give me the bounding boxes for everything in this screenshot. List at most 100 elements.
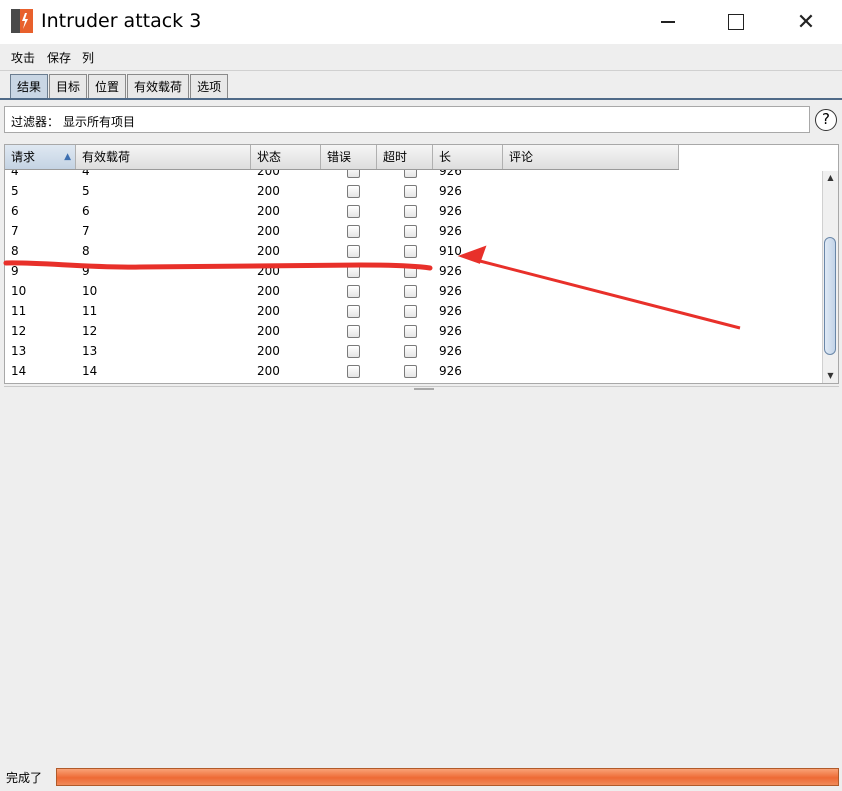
cell-payload: 6 xyxy=(82,204,90,218)
scroll-up-icon[interactable]: ▲ xyxy=(823,171,838,185)
error-checkbox[interactable] xyxy=(347,184,360,198)
cell-timeout xyxy=(377,284,433,298)
column-header-request[interactable]: 请求 ▲ xyxy=(5,145,76,169)
error-checkbox[interactable] xyxy=(347,324,360,338)
help-icon[interactable]: ? xyxy=(815,109,837,131)
split-pane-divider[interactable] xyxy=(4,386,839,392)
table-row[interactable]: 11 11 200 926 xyxy=(5,301,679,321)
cell-status: 200 xyxy=(257,184,280,198)
column-header-timeout[interactable]: 超时 xyxy=(377,145,433,169)
timeout-checkbox[interactable] xyxy=(404,184,417,198)
cell-request: 5 xyxy=(11,184,19,198)
tab-target[interactable]: 目标 xyxy=(49,74,88,98)
tab-positions[interactable]: 位置 xyxy=(88,74,127,98)
menu-bar: 攻击 保存 列 xyxy=(0,44,842,71)
column-header-status[interactable]: 状态 xyxy=(251,145,321,169)
table-row[interactable]: 6 6 200 926 xyxy=(5,201,679,221)
vertical-scrollbar[interactable]: ▲ ▼ xyxy=(822,171,838,383)
maximize-button[interactable] xyxy=(708,0,764,44)
cell-length: 926 xyxy=(439,304,462,318)
table-row[interactable]: 7 7 200 926 xyxy=(5,221,679,241)
tab-results[interactable]: 结果 xyxy=(10,74,49,98)
tab-underline xyxy=(0,98,842,100)
cell-error xyxy=(321,284,377,298)
tab-bar: 结果 目标 位置 有效载荷 选项 xyxy=(10,74,229,99)
filter-bar[interactable]: 过滤器： 显示所有项目 xyxy=(4,106,810,133)
cell-payload: 9 xyxy=(82,264,90,278)
cell-error xyxy=(321,244,377,258)
table-row[interactable]: 13 13 200 926 xyxy=(5,341,679,361)
cell-timeout xyxy=(377,244,433,258)
menu-attack[interactable]: 攻击 xyxy=(11,49,35,66)
maximize-icon xyxy=(728,14,744,30)
cell-timeout xyxy=(377,304,433,318)
cell-payload: 14 xyxy=(82,364,98,378)
title-bar: Intruder attack 3 ✕ xyxy=(0,0,842,44)
cell-error xyxy=(321,184,377,198)
cell-status: 200 xyxy=(257,204,280,218)
timeout-checkbox[interactable] xyxy=(404,284,417,298)
cell-status: 200 xyxy=(257,304,280,318)
table-body: 4 4 200 926 5 5 200 926 6 6 200 926 7 7 200 926 8 8 200 910… xyxy=(5,161,679,381)
timeout-checkbox[interactable] xyxy=(404,224,417,238)
table-row[interactable]: 12 12 200 926 xyxy=(5,321,679,341)
error-checkbox[interactable] xyxy=(347,284,360,298)
column-header-payload[interactable]: 有效载荷 xyxy=(76,145,251,169)
error-checkbox[interactable] xyxy=(347,224,360,238)
cell-error xyxy=(321,204,377,218)
menu-save[interactable]: 保存 xyxy=(47,49,71,66)
timeout-checkbox[interactable] xyxy=(404,304,417,318)
cell-timeout xyxy=(377,324,433,338)
table-row[interactable]: 10 10 200 926 xyxy=(5,281,679,301)
tab-payloads[interactable]: 有效载荷 xyxy=(127,74,190,98)
cell-payload: 13 xyxy=(82,344,98,358)
close-button[interactable]: ✕ xyxy=(778,0,834,44)
table-row[interactable]: 8 8 200 910 xyxy=(5,241,679,261)
column-header-error[interactable]: 错误 xyxy=(321,145,377,169)
table-row[interactable]: 14 14 200 926 xyxy=(5,361,679,381)
progress-fill xyxy=(57,769,838,785)
timeout-checkbox[interactable] xyxy=(404,324,417,338)
column-header-comment[interactable]: 评论 xyxy=(503,145,679,169)
table-row[interactable]: 5 5 200 926 xyxy=(5,181,679,201)
cell-timeout xyxy=(377,364,433,378)
splitter-grip-icon xyxy=(414,388,434,390)
error-checkbox[interactable] xyxy=(347,344,360,358)
cell-length: 910 xyxy=(439,244,462,258)
cell-status: 200 xyxy=(257,344,280,358)
table-row[interactable]: 9 9 200 926 xyxy=(5,261,679,281)
timeout-checkbox[interactable] xyxy=(404,204,417,218)
cell-status: 200 xyxy=(257,324,280,338)
cell-request: 7 xyxy=(11,224,19,238)
column-header-length[interactable]: 长 xyxy=(433,145,503,169)
error-checkbox[interactable] xyxy=(347,304,360,318)
cell-request: 11 xyxy=(11,304,27,318)
timeout-checkbox[interactable] xyxy=(404,344,417,358)
minimize-button[interactable] xyxy=(640,0,696,44)
tab-options[interactable]: 选项 xyxy=(190,74,229,98)
cell-error xyxy=(321,224,377,238)
timeout-checkbox[interactable] xyxy=(404,364,417,378)
cell-request: 13 xyxy=(11,344,27,358)
cell-payload: 10 xyxy=(82,284,98,298)
timeout-checkbox[interactable] xyxy=(404,264,417,278)
error-checkbox[interactable] xyxy=(347,244,360,258)
menu-columns[interactable]: 列 xyxy=(82,49,94,66)
cell-length: 926 xyxy=(439,204,462,218)
cell-status: 200 xyxy=(257,284,280,298)
error-checkbox[interactable] xyxy=(347,204,360,218)
cell-payload: 8 xyxy=(82,244,90,258)
cell-length: 926 xyxy=(439,184,462,198)
cell-request: 9 xyxy=(11,264,19,278)
scroll-down-icon[interactable]: ▼ xyxy=(823,369,838,383)
scrollbar-thumb[interactable] xyxy=(824,237,836,355)
cell-status: 200 xyxy=(257,224,280,238)
cell-request: 10 xyxy=(11,284,27,298)
error-checkbox[interactable] xyxy=(347,264,360,278)
cell-status: 200 xyxy=(257,364,280,378)
cell-length: 926 xyxy=(439,344,462,358)
cell-status: 200 xyxy=(257,244,280,258)
timeout-checkbox[interactable] xyxy=(404,244,417,258)
error-checkbox[interactable] xyxy=(347,364,360,378)
cell-length: 926 xyxy=(439,364,462,378)
